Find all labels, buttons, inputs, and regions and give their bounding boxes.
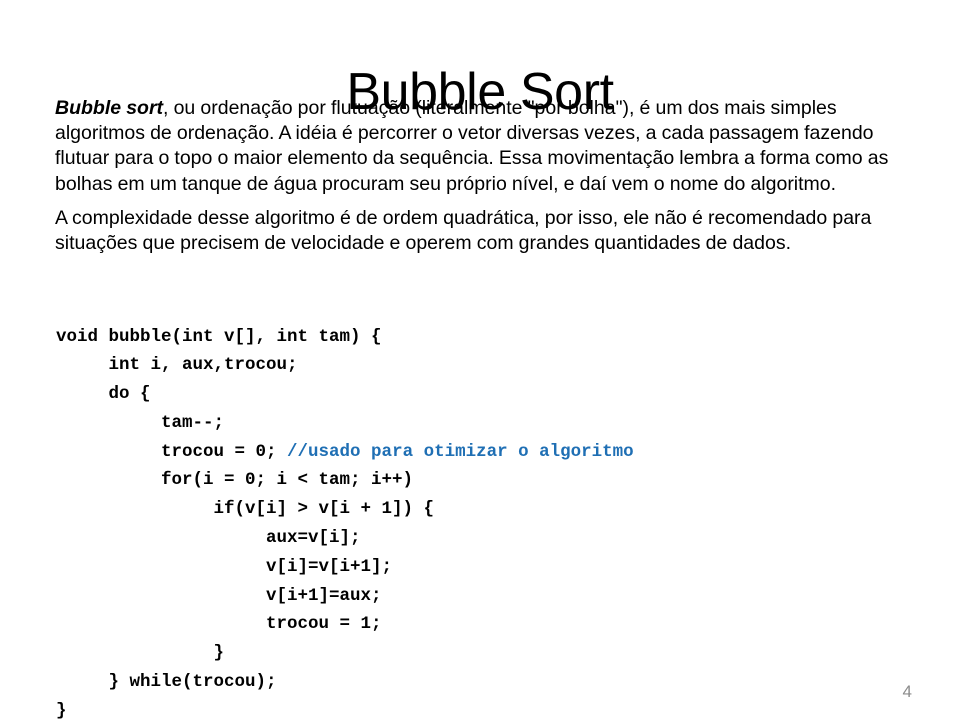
code-line: int i, aux,trocou;	[56, 351, 936, 380]
paragraph-complexity: A complexidade desse algoritmo é de orde…	[55, 206, 872, 255]
code-line: } while(trocou);	[56, 668, 936, 697]
code-line: trocou = 0; //usado para otimizar o algo…	[56, 438, 936, 467]
code-line: v[i]=v[i+1];	[56, 553, 936, 582]
code-line-text: }	[56, 643, 225, 664]
code-line-text: void bubble(int v[], int tam) {	[56, 326, 382, 347]
page-number: 4	[902, 682, 912, 701]
code-line: }	[56, 639, 936, 668]
code-line-text: } while(trocou);	[56, 672, 277, 693]
code-line: for(i = 0; i < tam; i++)	[56, 466, 936, 495]
slide-canvas: Bubble Sort Bubble sort, ou ordenação po…	[0, 0, 960, 721]
code-line-text: trocou = 0;	[56, 441, 288, 462]
code-line: aux=v[i];	[56, 524, 936, 553]
code-line-text: v[i]=v[i+1];	[56, 556, 393, 577]
paragraph-definition-rest: , ou ordenação por flutuação (literalmen…	[55, 97, 889, 195]
code-line-text: for(i = 0; i < tam; i++)	[56, 470, 414, 491]
code-line: do {	[56, 380, 936, 409]
code-line-text: int i, aux,trocou;	[56, 355, 298, 376]
code-line-comment: //usado para otimizar o algoritmo	[287, 441, 634, 462]
code-line: v[i+1]=aux;	[56, 582, 936, 611]
code-block: void bubble(int v[], int tam) { int i, a…	[56, 323, 936, 726]
code-line: if(v[i] > v[i + 1]) {	[56, 495, 936, 524]
paragraph-definition: Bubble sort, ou ordenação por flutuação …	[55, 96, 915, 197]
code-line-text: trocou = 1;	[56, 614, 382, 635]
code-line: trocou = 1;	[56, 610, 936, 639]
code-line-text: if(v[i] > v[i + 1]) {	[56, 499, 435, 520]
code-line: void bubble(int v[], int tam) {	[56, 323, 936, 352]
term-emphasis: Bubble sort	[55, 97, 164, 119]
code-line-text: do {	[56, 384, 151, 405]
code-line: tam--;	[56, 409, 936, 438]
code-line-text: }	[56, 700, 67, 721]
code-line-text: tam--;	[56, 412, 225, 433]
code-line: }	[56, 697, 936, 726]
code-line-text: aux=v[i];	[56, 528, 361, 549]
code-line-text: v[i+1]=aux;	[56, 585, 382, 606]
body-text-container: Bubble sort, ou ordenação por flutuação …	[55, 96, 915, 265]
